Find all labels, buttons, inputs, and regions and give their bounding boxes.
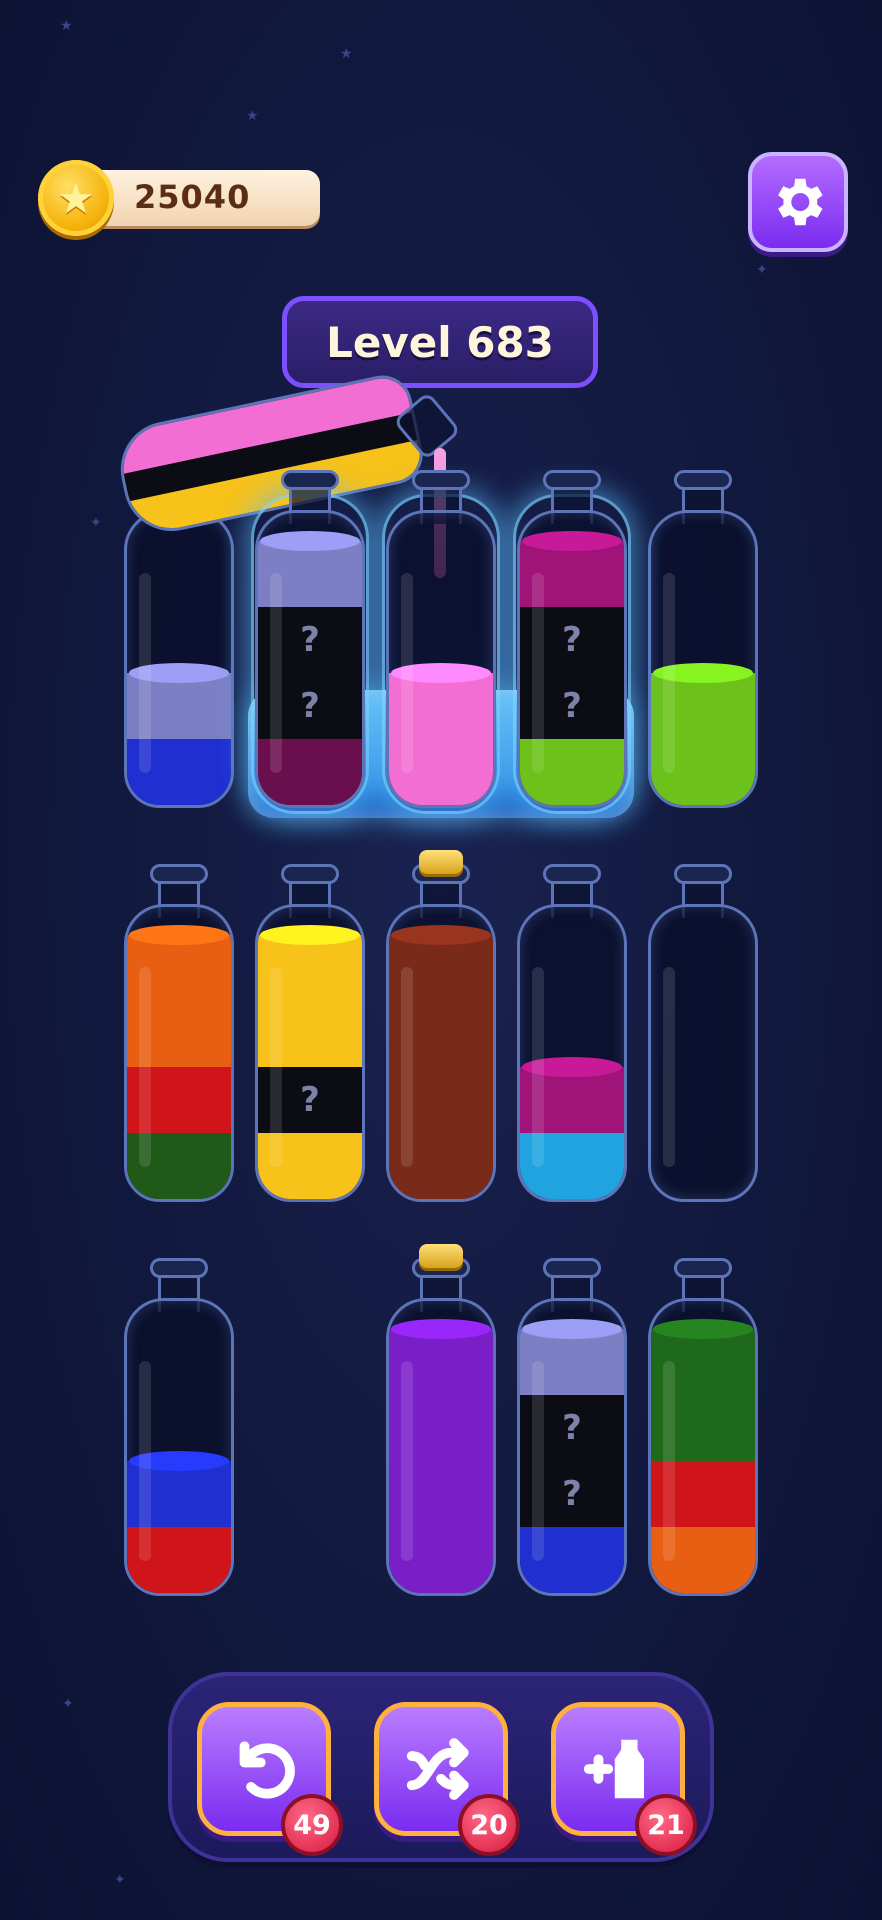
bottle-lip: [150, 864, 208, 884]
bottle-lip: [281, 864, 339, 884]
gear-icon: [778, 178, 823, 226]
bottle-lip: [543, 470, 601, 490]
bottle-body: [517, 904, 627, 1202]
bottle-r1-4[interactable]: ??: [517, 470, 627, 808]
bottle-shine: [663, 1361, 675, 1561]
bottle-r1-2[interactable]: ??: [255, 470, 365, 808]
bottle-body: [648, 1298, 758, 1596]
star-decoration: ★: [60, 18, 73, 34]
bottle-r2-5[interactable]: [648, 864, 758, 1202]
bottle-shine: [401, 573, 413, 773]
undo-count-badge: 49: [281, 1794, 343, 1856]
bottle-body: [124, 510, 234, 808]
level-title: Level 683: [282, 296, 598, 388]
star-coin-icon: ★: [38, 160, 114, 236]
bottle-shine: [401, 1361, 413, 1561]
bottle-body: ?: [255, 904, 365, 1202]
coin-counter: 25040 ★: [38, 160, 320, 244]
bottle-body: ??: [517, 1298, 627, 1596]
bottle-shine: [270, 573, 282, 773]
bottle-shine: [401, 967, 413, 1167]
bottle-lip: [281, 470, 339, 490]
bottle-lip: [674, 470, 732, 490]
cork-icon: [419, 850, 463, 874]
bottle-r2-2[interactable]: ?: [255, 864, 365, 1202]
bottle-body: [386, 510, 496, 808]
bottle-shine: [139, 967, 151, 1167]
bottle-lip: [674, 864, 732, 884]
undo-icon: [239, 1741, 295, 1799]
bottle-r1-3[interactable]: [386, 470, 496, 808]
shuffle-count-badge: 20: [458, 1794, 520, 1856]
bottle-r3-1[interactable]: [124, 1258, 234, 1596]
bottle-body: [386, 904, 496, 1202]
bottle-body: ??: [517, 510, 627, 808]
star-decoration: ★: [246, 108, 259, 124]
bottle-shine: [270, 967, 282, 1167]
bottle-lip: [150, 1258, 208, 1278]
bottle-lip: [543, 1258, 601, 1278]
bottle-shine: [532, 1361, 544, 1561]
bottle-lip: [412, 470, 470, 490]
bottle-body: [124, 904, 234, 1202]
bottle-r3-4[interactable]: [648, 1258, 758, 1596]
star-decoration: ✦: [90, 515, 102, 531]
bottle-lip: [543, 864, 601, 884]
bottle-r3-3[interactable]: ??: [517, 1258, 627, 1596]
add-bottle-icon: [583, 1739, 644, 1799]
bottle-body: [124, 1298, 234, 1596]
bottle-shine: [663, 573, 675, 773]
cork-icon: [419, 1244, 463, 1268]
bottle-lip: [674, 1258, 732, 1278]
bottle-r1-5[interactable]: [648, 470, 758, 808]
bottle-body: ??: [255, 510, 365, 808]
bottle-shine: [532, 573, 544, 773]
bottle-shine: [663, 967, 675, 1167]
bottle-shine: [532, 967, 544, 1167]
star-decoration: ✦: [756, 262, 768, 278]
star-decoration: ✦: [62, 1696, 74, 1712]
bottle-shine: [139, 1361, 151, 1561]
bottle-body: [386, 1298, 496, 1596]
bottle-shine: [139, 573, 151, 773]
star-decoration: ✦: [114, 1872, 126, 1888]
shuffle-icon: [406, 1738, 469, 1800]
bottle-r2-3[interactable]: [386, 850, 496, 1202]
settings-button[interactable]: [748, 152, 848, 252]
star-decoration: ★: [340, 46, 353, 62]
bottle-body: [648, 904, 758, 1202]
coin-value: 25040: [134, 178, 251, 216]
add-bottle-count-badge: 21: [635, 1794, 697, 1856]
bottle-r2-1[interactable]: [124, 864, 234, 1202]
bottle-r2-4[interactable]: [517, 864, 627, 1202]
bottle-r3-2[interactable]: [386, 1244, 496, 1596]
bottle-body: [648, 510, 758, 808]
